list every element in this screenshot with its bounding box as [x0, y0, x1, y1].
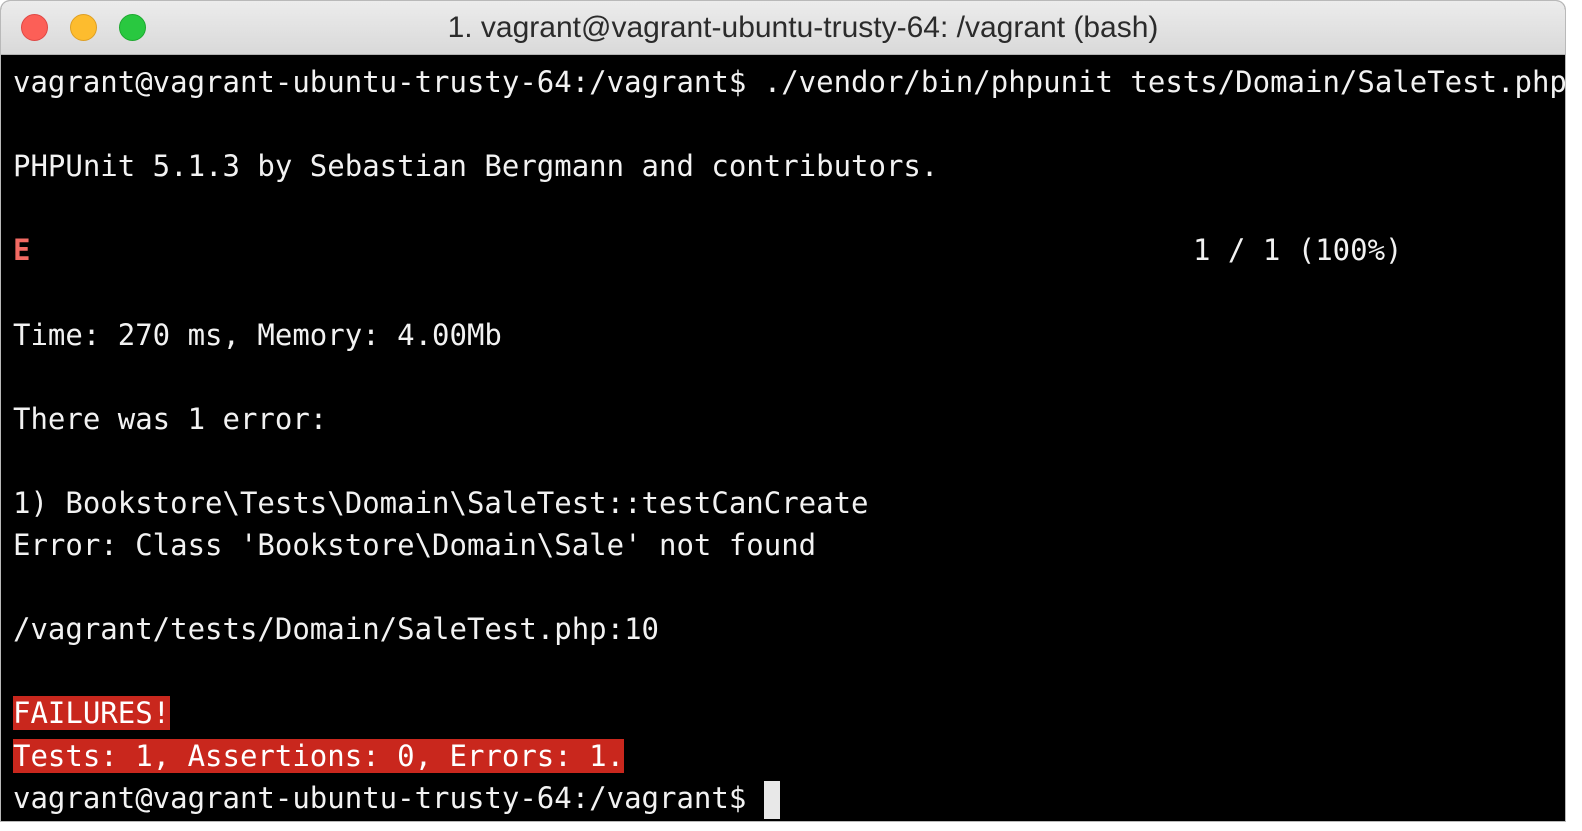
- test-summary: Tests: 1, Assertions: 0, Errors: 1.: [13, 738, 625, 773]
- progress-line: E 1 / 1 (100%): [13, 229, 1565, 271]
- terminal-window: 1. vagrant@vagrant-ubuntu-trusty-64: /va…: [0, 0, 1566, 822]
- error-location-line: /vagrant/tests/Domain/SaleTest.php:10: [13, 612, 660, 647]
- error-count-line: There was 1 error:: [13, 401, 328, 436]
- text-cursor: [764, 780, 781, 819]
- time-memory-line: Time: 270 ms, Memory: 4.00Mb: [13, 317, 502, 352]
- failures-label: FAILURES!: [13, 696, 171, 731]
- prompt-line[interactable]: vagrant@vagrant-ubuntu-trusty-64:/vagran…: [13, 777, 1565, 819]
- error-marker: E: [13, 233, 31, 268]
- error-message-line: Error: Class 'Bookstore\Domain\Sale' not…: [13, 528, 817, 563]
- terminal-output[interactable]: vagrant@vagrant-ubuntu-trusty-64:/vagran…: [1, 55, 1565, 821]
- summary-line: Tests: 1, Assertions: 0, Errors: 1.: [13, 735, 1565, 777]
- window-title: 1. vagrant@vagrant-ubuntu-trusty-64: /va…: [447, 11, 1159, 44]
- title-bar[interactable]: 1. vagrant@vagrant-ubuntu-trusty-64: /va…: [1, 1, 1565, 55]
- failures-line: FAILURES!: [13, 692, 1565, 734]
- progress-indicator: 1 / 1 (100%): [1193, 233, 1403, 268]
- phpunit-banner: PHPUnit 5.1.3 by Sebastian Bergmann and …: [13, 149, 939, 184]
- error-test-line: 1) Bookstore\Tests\Domain\SaleTest::test…: [13, 485, 869, 520]
- command-line: vagrant@vagrant-ubuntu-trusty-64:/vagran…: [13, 65, 1566, 99]
- shell-prompt: vagrant@vagrant-ubuntu-trusty-64:/vagran…: [13, 780, 747, 815]
